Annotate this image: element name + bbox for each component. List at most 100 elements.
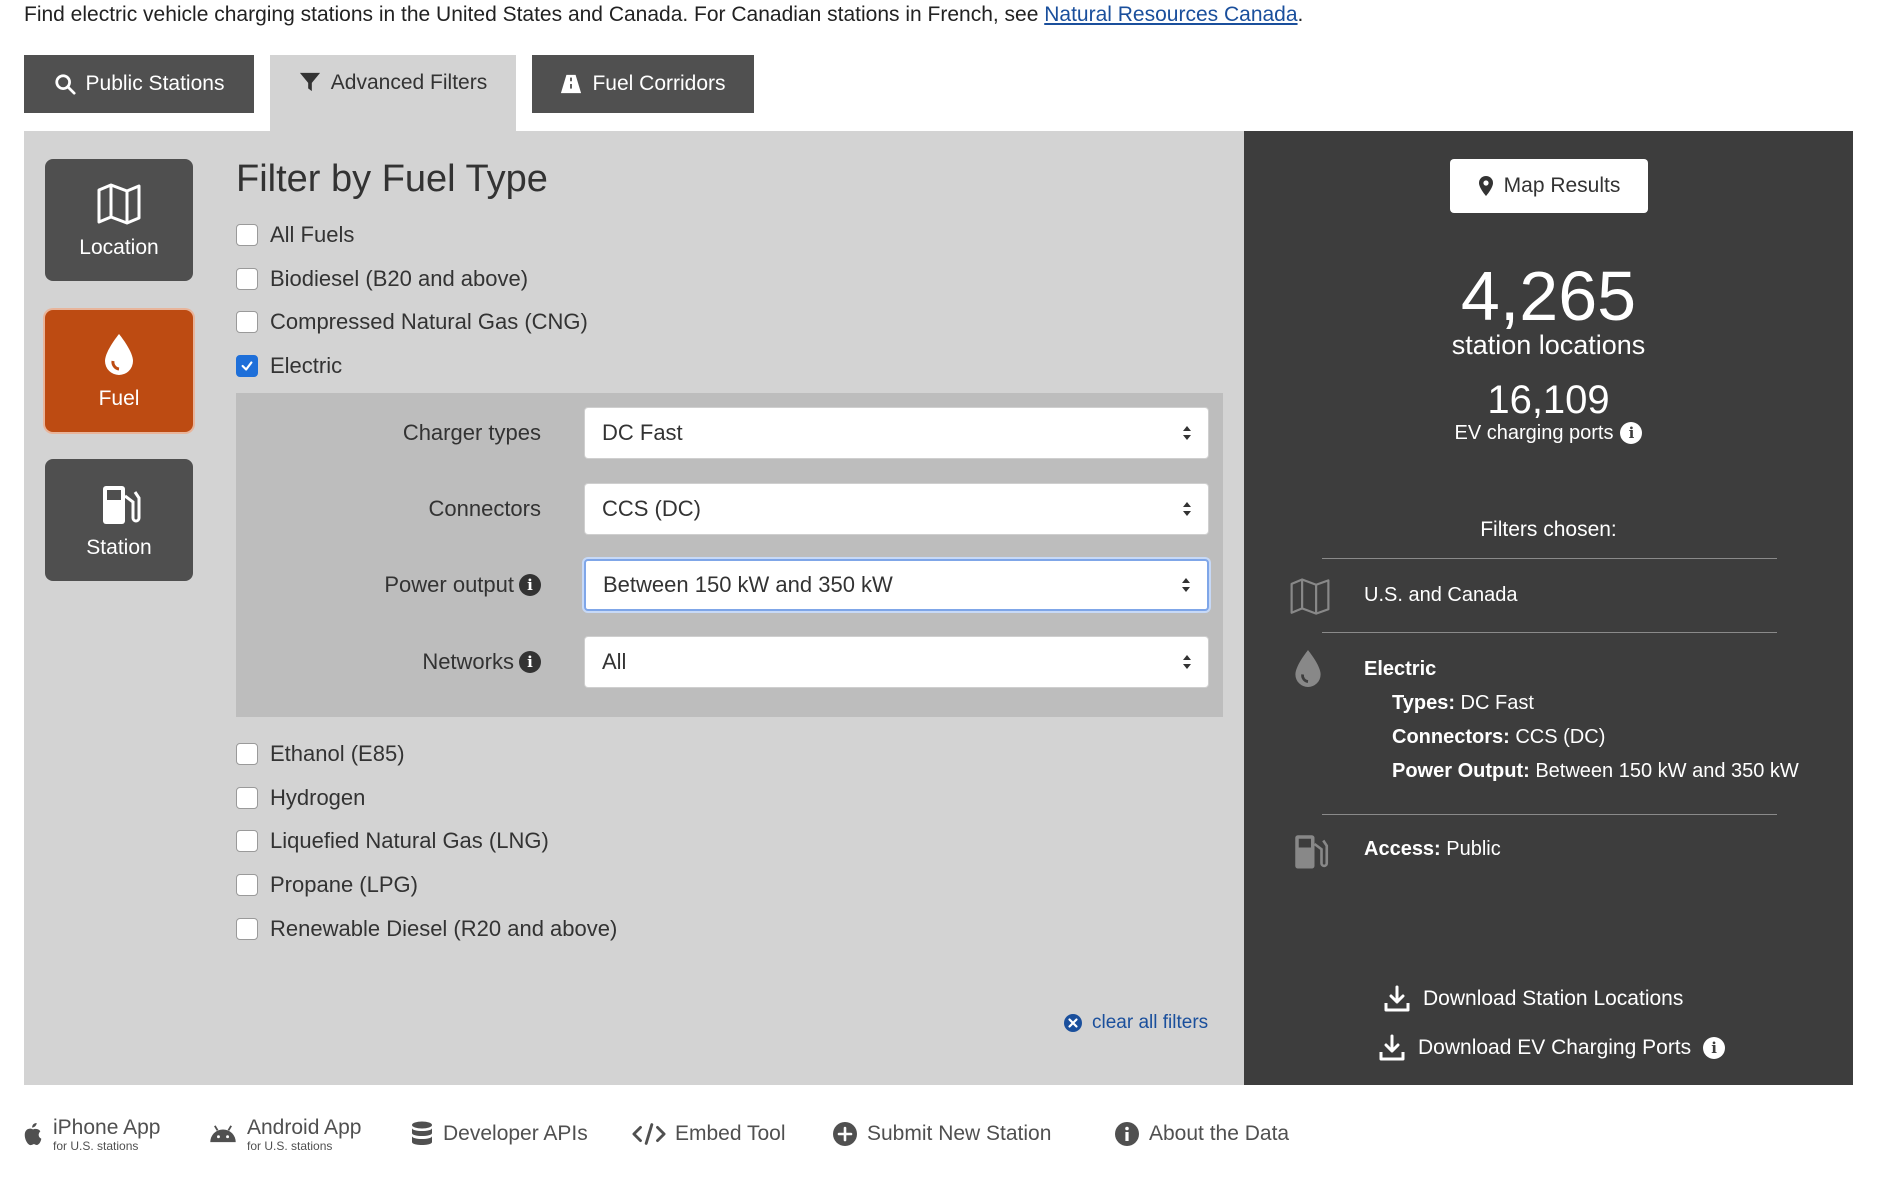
clear-all-label: clear all filters xyxy=(1092,1012,1209,1033)
checkbox-box[interactable] xyxy=(236,311,258,333)
tab-advanced-filters[interactable]: Advanced Filters xyxy=(270,55,516,131)
tab-public-stations[interactable]: Public Stations xyxy=(24,55,254,113)
filter-icon xyxy=(299,72,320,92)
summary-divider xyxy=(1322,632,1777,633)
summary-access-value: Public xyxy=(1446,838,1501,860)
info-icon[interactable]: i xyxy=(1620,422,1643,444)
info-icon[interactable]: i xyxy=(1703,1037,1726,1059)
map-results-button[interactable]: Map Results xyxy=(1450,159,1648,213)
footer-label-group: iPhone App for U.S. stations xyxy=(53,1117,160,1152)
checkbox-box[interactable] xyxy=(236,268,258,290)
checkbox-lng[interactable]: Liquefied Natural Gas (LNG) xyxy=(236,827,549,855)
code-icon xyxy=(632,1123,666,1145)
map-icon xyxy=(97,183,141,225)
checkbox-box[interactable] xyxy=(236,743,258,765)
footer-label-group: Android App for U.S. stations xyxy=(247,1117,361,1152)
field-label: Networks xyxy=(422,649,514,674)
select-value: Between 150 kW and 350 kW xyxy=(603,572,893,597)
category-location-button[interactable]: Location xyxy=(45,159,193,281)
checkbox-box[interactable] xyxy=(236,787,258,809)
tab-fuel-corridors[interactable]: Fuel Corridors xyxy=(532,55,754,113)
download-label: Download Station Locations xyxy=(1423,987,1684,1010)
select-value: CCS (DC) xyxy=(602,496,701,521)
map-pin-icon xyxy=(1478,176,1493,196)
download-label: Download EV Charging Ports xyxy=(1418,1036,1692,1059)
checkbox-label: Hydrogen xyxy=(270,785,366,810)
info-icon[interactable]: i xyxy=(519,651,541,673)
checkbox-box[interactable] xyxy=(236,830,258,852)
checkbox-renewable-diesel[interactable]: Renewable Diesel (R20 and above) xyxy=(236,915,617,943)
power-output-select[interactable]: Between 150 kW and 350 kW xyxy=(584,559,1209,611)
checkbox-box[interactable] xyxy=(236,224,258,246)
intro-sentence: Find electric vehicle charging stations … xyxy=(24,3,1045,26)
summary-types-label: Types: xyxy=(1392,692,1455,714)
category-station-button[interactable]: Station xyxy=(45,459,193,581)
checkbox-cng[interactable]: Compressed Natural Gas (CNG) xyxy=(236,308,588,336)
footer-android-app-link[interactable]: Android App for U.S. stations xyxy=(208,1112,361,1156)
footer-sublabel: for U.S. stations xyxy=(247,1138,333,1153)
select-arrows-icon xyxy=(1183,502,1191,516)
checkbox-ethanol[interactable]: Ethanol (E85) xyxy=(236,740,405,768)
summary-location: U.S. and Canada xyxy=(1364,584,1518,606)
clear-all-filters-link[interactable]: clear all filters xyxy=(1063,1010,1208,1036)
summary-fuel-name: Electric xyxy=(1364,658,1437,680)
info-icon[interactable]: i xyxy=(519,574,541,596)
checkbox-label: Ethanol (E85) xyxy=(270,741,405,766)
checkbox-box-checked[interactable] xyxy=(236,355,258,377)
checkbox-biodiesel[interactable]: Biodiesel (B20 and above) xyxy=(236,265,528,293)
connectors-label: Connectors xyxy=(236,483,541,535)
checkbox-hydrogen[interactable]: Hydrogen xyxy=(236,784,365,812)
category-label: Location xyxy=(79,236,159,259)
checkbox-box[interactable] xyxy=(236,918,258,940)
download-station-locations-link[interactable]: Download Station Locations xyxy=(1383,983,1683,1015)
checkbox-label: All Fuels xyxy=(270,222,355,247)
intro-text: Find electric vehicle charging stations … xyxy=(24,3,1303,27)
download-ev-charging-ports-link[interactable]: Download EV Charging Ports i xyxy=(1378,1032,1726,1064)
select-value: All xyxy=(602,649,627,674)
footer-embed-tool-link[interactable]: Embed Tool xyxy=(632,1112,786,1156)
filters-chosen-heading: Filters chosen: xyxy=(1480,518,1617,541)
networks-label: Networks i xyxy=(236,636,541,688)
tab-label: Public Stations xyxy=(85,72,225,95)
checkbox-electric[interactable]: Electric xyxy=(236,352,342,380)
category-fuel-button[interactable]: Fuel xyxy=(45,310,193,432)
info-circle-icon xyxy=(1115,1122,1139,1146)
checkbox-label: Propane (LPG) xyxy=(270,872,418,897)
summary-power-label: Power Output: xyxy=(1392,760,1530,782)
fuel-drop-icon xyxy=(105,334,133,375)
footer-label: iPhone App xyxy=(53,1115,161,1139)
map-icon xyxy=(1287,576,1333,618)
power-output-label: Power output i xyxy=(236,559,541,611)
category-label: Station xyxy=(86,536,152,559)
select-arrows-icon xyxy=(1182,578,1190,592)
checkbox-propane[interactable]: Propane (LPG) xyxy=(236,871,418,899)
search-icon xyxy=(54,74,76,95)
station-count-label: station locations xyxy=(1451,330,1646,360)
connectors-select[interactable]: CCS (DC) xyxy=(584,483,1209,535)
station-count: 4,265 xyxy=(1460,257,1637,335)
footer-label: Embed Tool xyxy=(675,1122,786,1145)
charger-types-select[interactable]: DC Fast xyxy=(584,407,1209,459)
checkbox-box[interactable] xyxy=(236,874,258,896)
close-circle-icon xyxy=(1064,1014,1082,1032)
summary-access-label: Access: xyxy=(1364,838,1441,860)
road-icon xyxy=(561,74,582,94)
summary-divider xyxy=(1322,814,1777,815)
summary-divider xyxy=(1322,558,1777,559)
summary-connectors-label: Connectors: xyxy=(1392,726,1510,748)
footer-submit-new-station-link[interactable]: Submit New Station xyxy=(832,1112,1051,1156)
select-arrows-icon xyxy=(1183,655,1191,669)
checkbox-all-fuels[interactable]: All Fuels xyxy=(236,221,354,249)
footer-sublabel: for U.S. stations xyxy=(53,1138,139,1153)
field-label: Connectors xyxy=(428,496,541,521)
fuel-drop-icon xyxy=(1290,646,1326,692)
field-label: Charger types xyxy=(402,420,541,445)
footer-developer-apis-link[interactable]: Developer APIs xyxy=(410,1112,588,1156)
apple-icon xyxy=(24,1123,42,1146)
download-icon xyxy=(1379,1034,1405,1061)
footer-iphone-app-link[interactable]: iPhone App for U.S. stations xyxy=(22,1112,160,1156)
footer-about-the-data-link[interactable]: About the Data xyxy=(1114,1112,1289,1156)
select-value: DC Fast xyxy=(602,420,683,445)
natural-resources-canada-link[interactable]: Natural Resources Canada xyxy=(1044,3,1297,26)
networks-select[interactable]: All xyxy=(584,636,1209,688)
